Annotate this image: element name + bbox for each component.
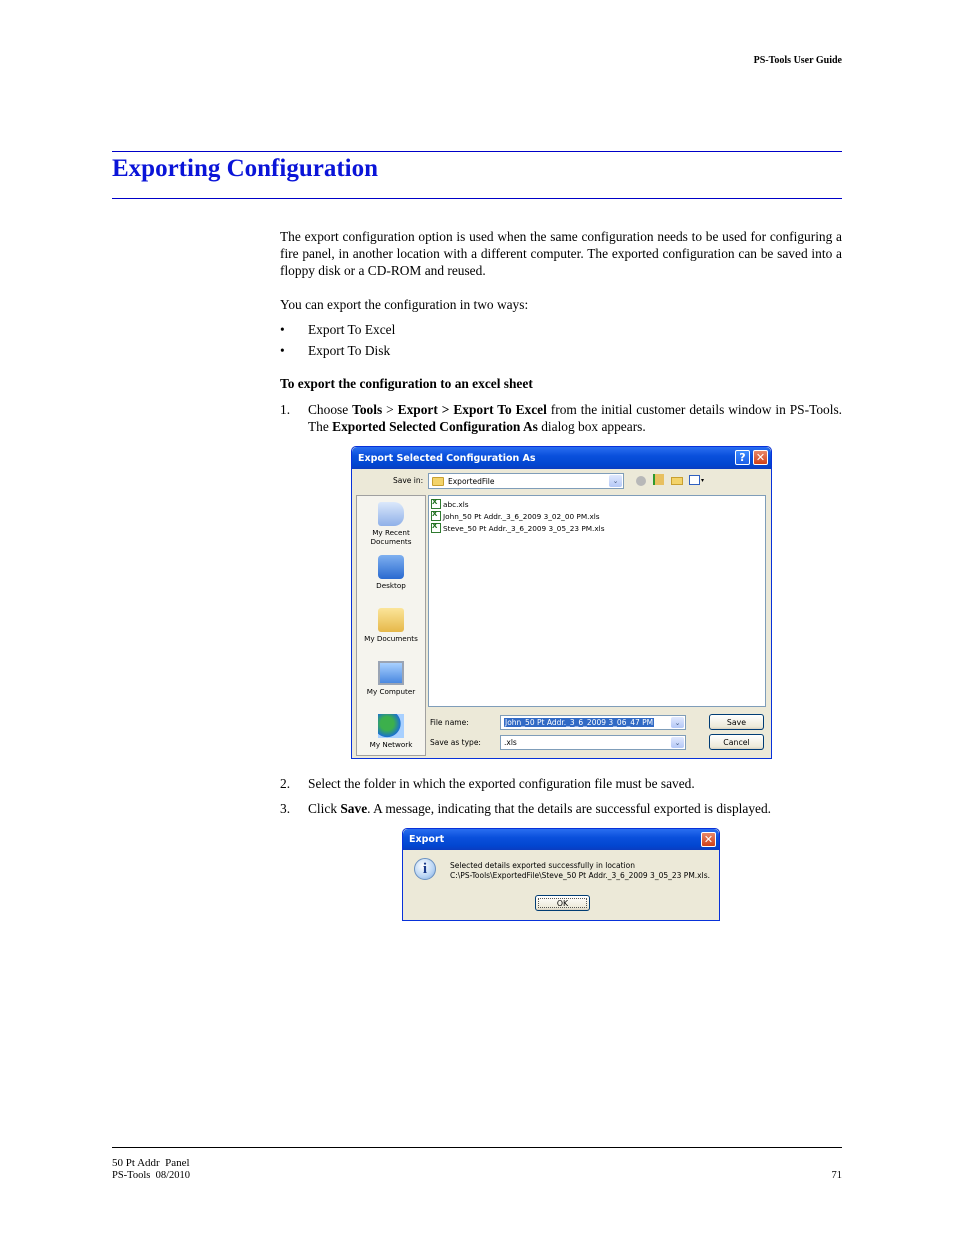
save-in-dropdown[interactable]: ExportedFile ⌄ bbox=[428, 473, 624, 489]
dialog-name-ref: Exported Selected Configuration As bbox=[332, 419, 538, 434]
step-text-part: Choose bbox=[308, 402, 353, 417]
up-folder-icon[interactable] bbox=[653, 474, 664, 485]
bullet-mark: • bbox=[280, 343, 285, 358]
intro-paragraph: The export configuration option is used … bbox=[280, 229, 842, 278]
save-dialog-titlebar: Export Selected Configuration As ? ✕ bbox=[352, 447, 771, 469]
bullet-text: Export To Disk bbox=[308, 343, 391, 358]
save-dialog: Export Selected Configuration As ? ✕ Sav… bbox=[351, 446, 772, 759]
running-header: PS-Tools User Guide bbox=[753, 55, 842, 66]
chevron-down-icon[interactable]: ⌄ bbox=[609, 475, 622, 487]
folder-icon bbox=[432, 476, 444, 486]
save-in-value: ExportedFile bbox=[448, 476, 495, 486]
close-button[interactable]: ✕ bbox=[753, 450, 768, 465]
place-label: My Documents bbox=[364, 634, 418, 643]
title-top-rule bbox=[112, 151, 842, 152]
excel-file-icon bbox=[431, 498, 441, 509]
title-bottom-rule bbox=[112, 198, 842, 199]
footer-product: 50 Pt Addr Panel bbox=[112, 1157, 190, 1169]
menu-path-export: Export > Export To Excel bbox=[397, 402, 547, 417]
save-as-type-value: .xls bbox=[504, 738, 517, 747]
file-name-value: John_50 Pt Addr._3_6_2009 3_06_47 PM bbox=[504, 718, 655, 727]
page-number: 71 bbox=[831, 1170, 843, 1181]
place-my-documents[interactable]: My Documents bbox=[357, 608, 425, 643]
save-dialog-title: Export Selected Configuration As bbox=[358, 452, 536, 464]
help-button[interactable]: ? bbox=[735, 450, 750, 465]
place-my-computer[interactable]: My Computer bbox=[357, 661, 425, 696]
file-item[interactable]: John_50 Pt Addr._3_6_2009 3_02_00 PM.xls bbox=[429, 510, 765, 522]
step-text: Select the folder in which the exported … bbox=[308, 776, 695, 791]
step-text-part: dialog box appears. bbox=[537, 419, 646, 434]
page-title: Exporting Configuration bbox=[112, 155, 379, 182]
save-ref: Save bbox=[340, 801, 368, 816]
place-recent-documents[interactable]: My Recent Documents bbox=[357, 502, 425, 546]
my-network-icon bbox=[378, 714, 404, 738]
file-name: abc.xls bbox=[443, 499, 469, 509]
file-list[interactable]: abc.xls John_50 Pt Addr._3_6_2009 3_02_0… bbox=[428, 495, 766, 707]
place-label: Desktop bbox=[376, 581, 406, 590]
new-folder-icon[interactable] bbox=[671, 477, 683, 485]
step-2: 2. Select the folder in which the export… bbox=[280, 775, 842, 792]
place-my-network[interactable]: My Network bbox=[357, 714, 425, 749]
file-name: Steve_50 Pt Addr._3_6_2009 3_05_23 PM.xl… bbox=[443, 523, 605, 533]
bullet-mark: • bbox=[280, 322, 285, 337]
place-label: My Recent Documents bbox=[370, 528, 412, 546]
menu-path-tools: Tools bbox=[352, 402, 383, 417]
footer-rule bbox=[112, 1147, 842, 1148]
my-computer-icon bbox=[378, 661, 404, 685]
step-text-part: . A message, indicating that the details… bbox=[367, 801, 771, 816]
file-item[interactable]: abc.xls bbox=[429, 498, 765, 510]
bullet-item: • Export To Excel bbox=[280, 321, 395, 338]
step-3: 3. Click Save. A message, indicating tha… bbox=[280, 800, 842, 817]
places-bar: My Recent Documents Desktop My Documents… bbox=[356, 495, 426, 756]
views-dropdown-icon[interactable]: ▾ bbox=[701, 477, 704, 484]
save-in-label: Save in: bbox=[393, 476, 424, 485]
excel-file-icon bbox=[431, 510, 441, 521]
file-name-label: File name: bbox=[430, 718, 469, 727]
export-message-line2: C:\PS-Tools\ExportedFile\Steve_50 Pt Add… bbox=[450, 871, 710, 880]
step-number: 2. bbox=[280, 776, 291, 791]
place-label: My Computer bbox=[366, 687, 416, 696]
export-dialog: Export ✕ i Selected details exported suc… bbox=[402, 828, 720, 921]
info-icon: i bbox=[414, 858, 436, 880]
save-as-type-label: Save as type: bbox=[430, 738, 481, 747]
save-button[interactable]: Save bbox=[709, 714, 764, 730]
procedure-heading: To export the configuration to an excel … bbox=[280, 376, 533, 391]
place-desktop[interactable]: Desktop bbox=[357, 555, 425, 590]
close-button[interactable]: ✕ bbox=[701, 832, 716, 847]
ok-button[interactable]: OK bbox=[535, 895, 590, 911]
my-documents-icon bbox=[378, 608, 404, 632]
bullet-text: Export To Excel bbox=[308, 322, 396, 337]
save-as-type-select[interactable]: .xls ⌄ bbox=[500, 735, 686, 750]
step-text-part: Click bbox=[308, 801, 341, 816]
desktop-icon bbox=[378, 555, 404, 579]
back-icon[interactable] bbox=[636, 476, 646, 486]
step-text-part: > bbox=[382, 402, 398, 417]
views-menu-icon[interactable] bbox=[689, 475, 700, 485]
file-item[interactable]: Steve_50 Pt Addr._3_6_2009 3_05_23 PM.xl… bbox=[429, 522, 765, 534]
step-1: 1. Choose Tools > Export > Export To Exc… bbox=[280, 401, 842, 435]
file-name-input[interactable]: John_50 Pt Addr._3_6_2009 3_06_47 PM ⌄ bbox=[500, 715, 686, 730]
step-text: Choose Tools > Export > Export To Excel … bbox=[308, 401, 842, 435]
export-message-line1: Selected details exported successfully i… bbox=[450, 861, 636, 870]
place-label: My Network bbox=[369, 740, 413, 749]
step-number: 1. bbox=[280, 402, 291, 417]
excel-file-icon bbox=[431, 522, 441, 533]
export-dialog-titlebar: Export ✕ bbox=[403, 829, 719, 850]
chevron-down-icon[interactable]: ⌄ bbox=[671, 737, 684, 748]
export-dialog-title: Export bbox=[409, 834, 445, 845]
recent-documents-icon bbox=[378, 502, 404, 526]
step-number: 3. bbox=[280, 801, 291, 816]
footer-version: PS-Tools 08/2010 bbox=[112, 1170, 191, 1181]
file-name: John_50 Pt Addr._3_6_2009 3_02_00 PM.xls bbox=[443, 511, 600, 521]
cancel-button[interactable]: Cancel bbox=[709, 734, 764, 750]
ways-lead: You can export the configuration in two … bbox=[280, 297, 529, 312]
step-text: Click Save. A message, indicating that t… bbox=[308, 800, 842, 817]
chevron-down-icon[interactable]: ⌄ bbox=[671, 717, 684, 728]
bullet-item: • Export To Disk bbox=[280, 342, 390, 359]
